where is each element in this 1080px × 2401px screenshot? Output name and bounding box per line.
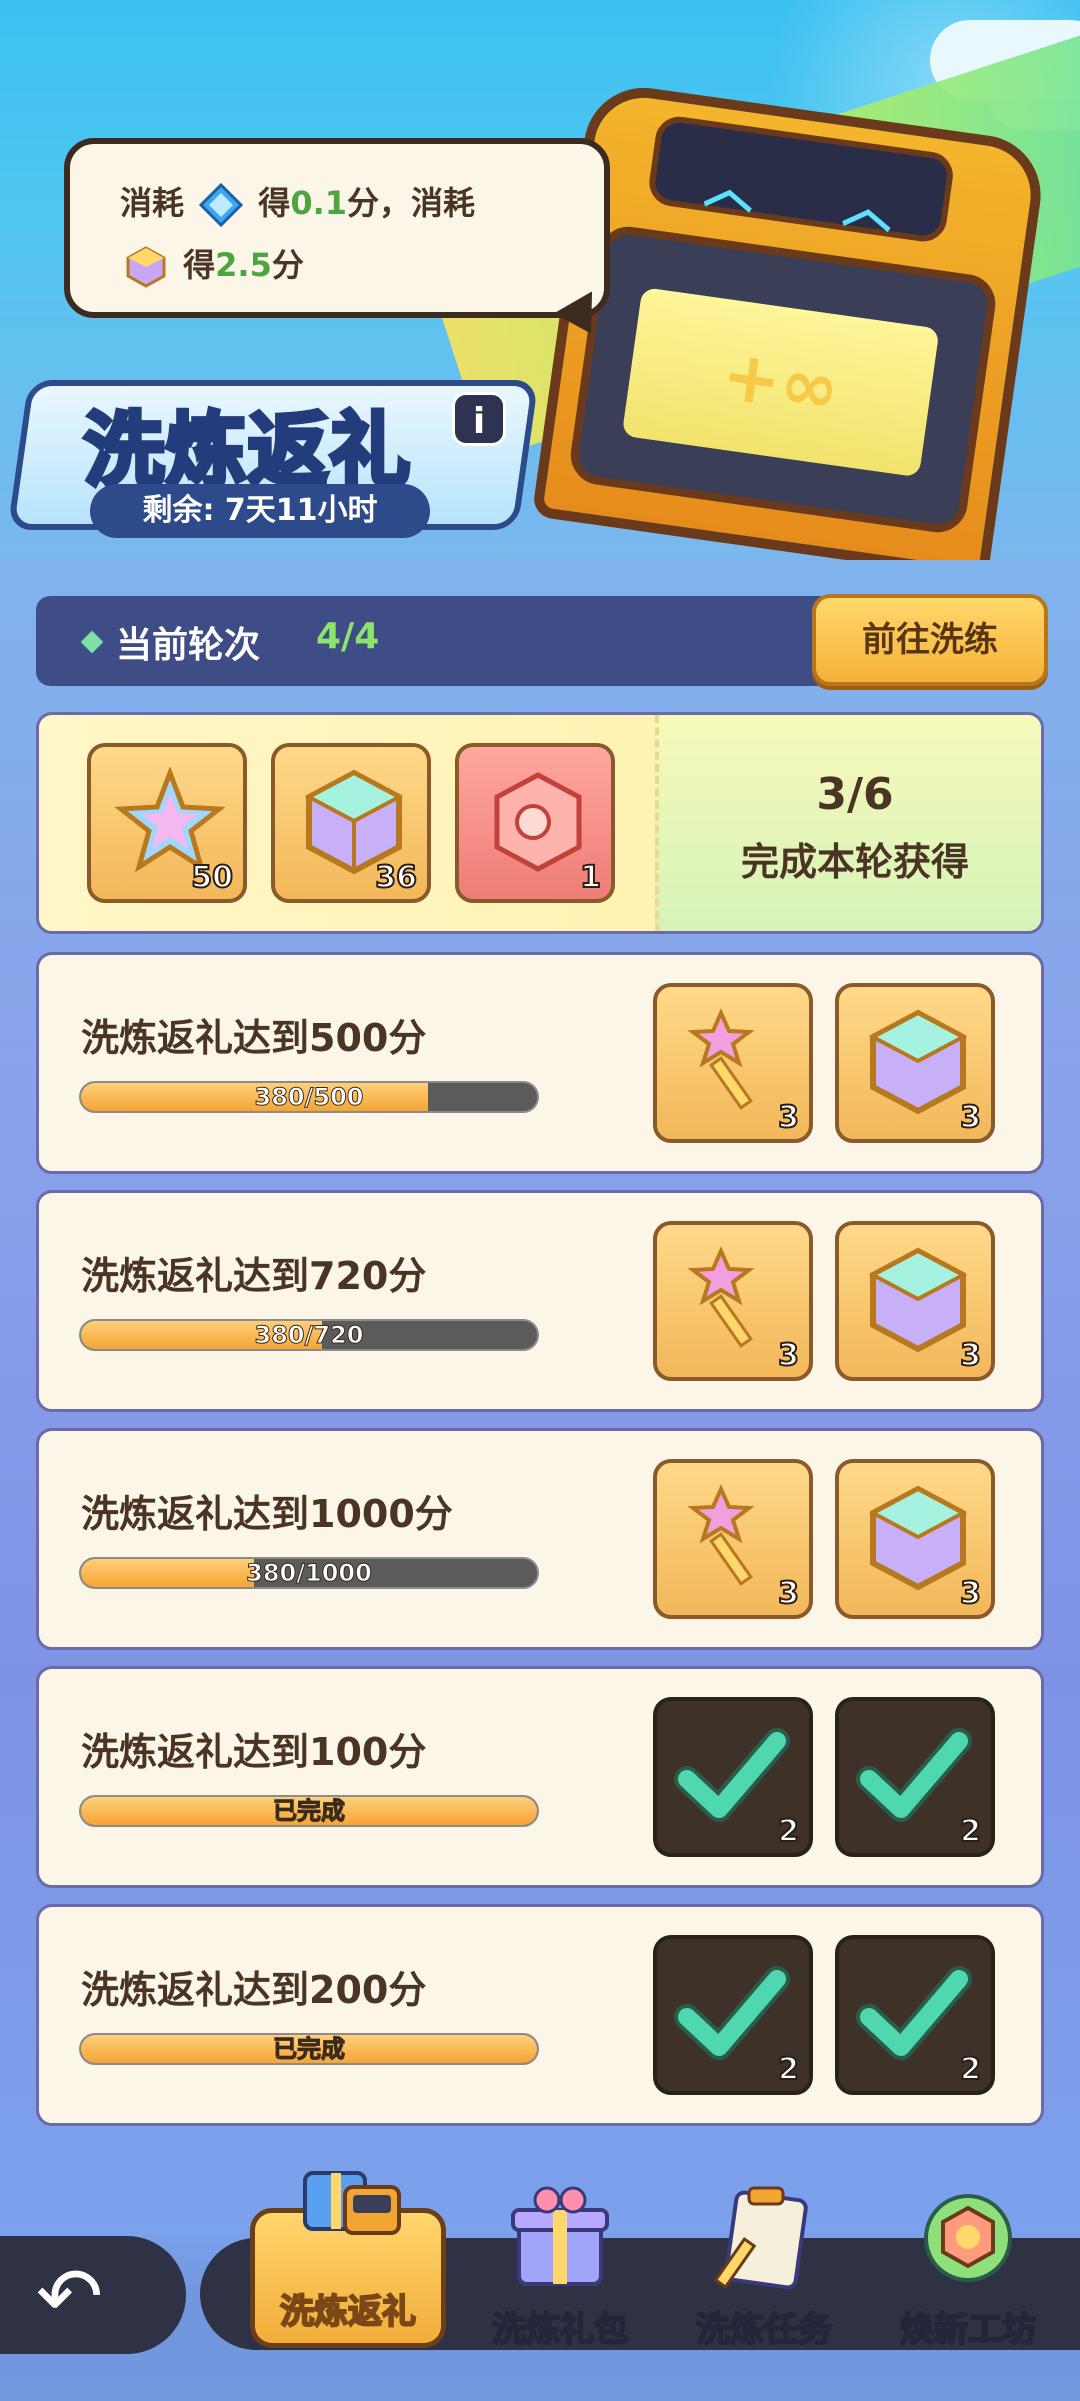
task-progress-bar: 380/500 (79, 1081, 539, 1113)
tab-label: 洗炼任务 (695, 2309, 833, 2351)
tab-label: 洗炼礼包 (491, 2309, 629, 2351)
task-progress-bar: 380/1000 (79, 1557, 539, 1589)
tab-refine-rebate[interactable]: 洗炼返礼 (250, 2171, 446, 2348)
reward-count: 3 (777, 1337, 800, 1374)
rainbow-cube-icon (868, 1485, 968, 1591)
reward-count: 50 (190, 859, 234, 896)
robot-screen: +∞ (566, 222, 1000, 537)
task-label: 洗炼返礼达到720分 (81, 1254, 427, 1298)
reward-count: 2 (959, 2051, 982, 2088)
star-key-icon (687, 1484, 755, 1586)
reward-count: 3 (777, 1099, 800, 1136)
robot-eye-icon: ︿ (701, 156, 759, 221)
reward-slot-claimed: 2 (835, 1697, 995, 1857)
rainbow-cube-icon (126, 246, 166, 288)
task-progress-text: 已完成 (273, 2035, 346, 2063)
task-progress-bar: 已完成 (79, 2033, 539, 2065)
reward-count: 3 (777, 1575, 800, 1612)
tab-label: 洗炼返礼 (279, 2291, 417, 2333)
star-key-icon (687, 1246, 755, 1348)
reward-slot[interactable]: 3 (835, 1459, 995, 1619)
task-progress-text: 已完成 (273, 1797, 346, 1825)
reward-count: 2 (777, 2051, 800, 2088)
red-crystal-icon (494, 772, 582, 872)
score-tooltip: 消耗 得0.1分，消耗 得2.5分 (64, 138, 610, 318)
reward-slot[interactable]: 3 (653, 1221, 813, 1381)
tooltip-score-value: 0.1 (290, 184, 347, 222)
clipboard-icon (713, 2186, 808, 2290)
tooltip-get-label: 得 (183, 246, 216, 284)
round-description: 完成本轮获得 (740, 840, 969, 884)
task-progress-text: 380/500 (254, 1083, 364, 1111)
robot-display: ︿ ︿ (646, 113, 956, 245)
round-progress-box: 3/6 完成本轮获得 (655, 715, 1041, 931)
reward-count: 2 (777, 1813, 800, 1850)
task-progress-bar: 380/720 (79, 1319, 539, 1351)
reward-count: 2 (959, 1813, 982, 1850)
task-card: 洗炼返礼达到500分 380/500 3 3 (36, 952, 1044, 1174)
tab-renew-workshop[interactable]: 焕新工坊 (868, 2180, 1068, 2360)
rainbow-cube-icon (868, 1009, 968, 1115)
workshop-icon (924, 2194, 1012, 2282)
task-label: 洗炼返礼达到200分 (81, 1968, 427, 2012)
remaining-time: 剩余: 7天11小时 (90, 484, 430, 538)
reward-slot[interactable]: 3 (653, 1459, 813, 1619)
task-card: 洗炼返礼达到100分 已完成 2 2 (36, 1666, 1044, 1888)
task-label: 洗炼返礼达到100分 (81, 1730, 427, 1774)
reward-slot-claimed: 2 (653, 1935, 813, 2095)
reward-slot[interactable]: 1 (455, 743, 615, 903)
reward-slot-claimed: 2 (653, 1697, 813, 1857)
infinity-icon: +∞ (621, 287, 940, 478)
task-card: 洗炼返礼达到720分 380/720 3 3 (36, 1190, 1044, 1412)
reward-slot-claimed: 2 (835, 1935, 995, 2095)
tab-refine-tasks[interactable]: 洗炼任务 (664, 2180, 864, 2360)
round-value: 4/4 (316, 616, 380, 657)
blue-gem-icon (199, 183, 244, 227)
task-card: 洗炼返礼达到1000分 380/1000 3 3 (36, 1428, 1044, 1650)
round-reward-panel: 50 36 1 3/6 完成本轮获得 (36, 712, 1044, 934)
task-progress-text: 380/720 (254, 1321, 364, 1349)
reward-count: 1 (579, 859, 602, 896)
reward-slot[interactable]: 50 (87, 743, 247, 903)
back-arrow-icon: ↶ (36, 2250, 104, 2343)
tooltip-score-value: 2.5 (215, 246, 272, 284)
back-button[interactable]: ↶ (0, 2236, 186, 2354)
task-progress-bar: 已完成 (79, 1795, 539, 1827)
reward-count: 36 (374, 859, 418, 896)
gift-robot-icon (303, 2171, 401, 2235)
round-progress: 3/6 (816, 769, 894, 820)
tab-refine-pack[interactable]: 洗炼礼包 (460, 2180, 660, 2360)
tooltip-suffix: 分 (271, 246, 304, 284)
info-icon[interactable]: i (452, 392, 506, 446)
task-card: 洗炼返礼达到200分 已完成 2 2 (36, 1904, 1044, 2126)
star-key-icon (687, 1008, 755, 1110)
task-label: 洗炼返礼达到500分 (81, 1016, 427, 1060)
reward-slot[interactable]: 3 (653, 983, 813, 1143)
gift-box-icon (511, 2186, 609, 2286)
goto-refine-button[interactable]: 前往洗练 (812, 594, 1048, 686)
tooltip-get-label: 得 (258, 184, 291, 222)
tab-label: 焕新工坊 (899, 2309, 1037, 2351)
reward-count: 3 (959, 1575, 982, 1612)
tooltip-consume-label: 消耗 (120, 184, 185, 222)
round-label: 当前轮次 (116, 625, 261, 666)
task-label: 洗炼返礼达到1000分 (81, 1492, 453, 1536)
diamond-bullet-icon (80, 630, 104, 654)
robot-eye-icon: ︿ (839, 175, 898, 240)
task-progress-text: 380/1000 (246, 1559, 373, 1587)
reward-slot[interactable]: 3 (835, 983, 995, 1143)
tooltip-suffix: 分，消耗 (347, 184, 476, 222)
reward-slot[interactable]: 36 (271, 743, 431, 903)
reward-count: 3 (959, 1099, 982, 1136)
reward-slot[interactable]: 3 (835, 1221, 995, 1381)
rainbow-cube-icon (868, 1247, 968, 1353)
reward-count: 3 (959, 1337, 982, 1374)
